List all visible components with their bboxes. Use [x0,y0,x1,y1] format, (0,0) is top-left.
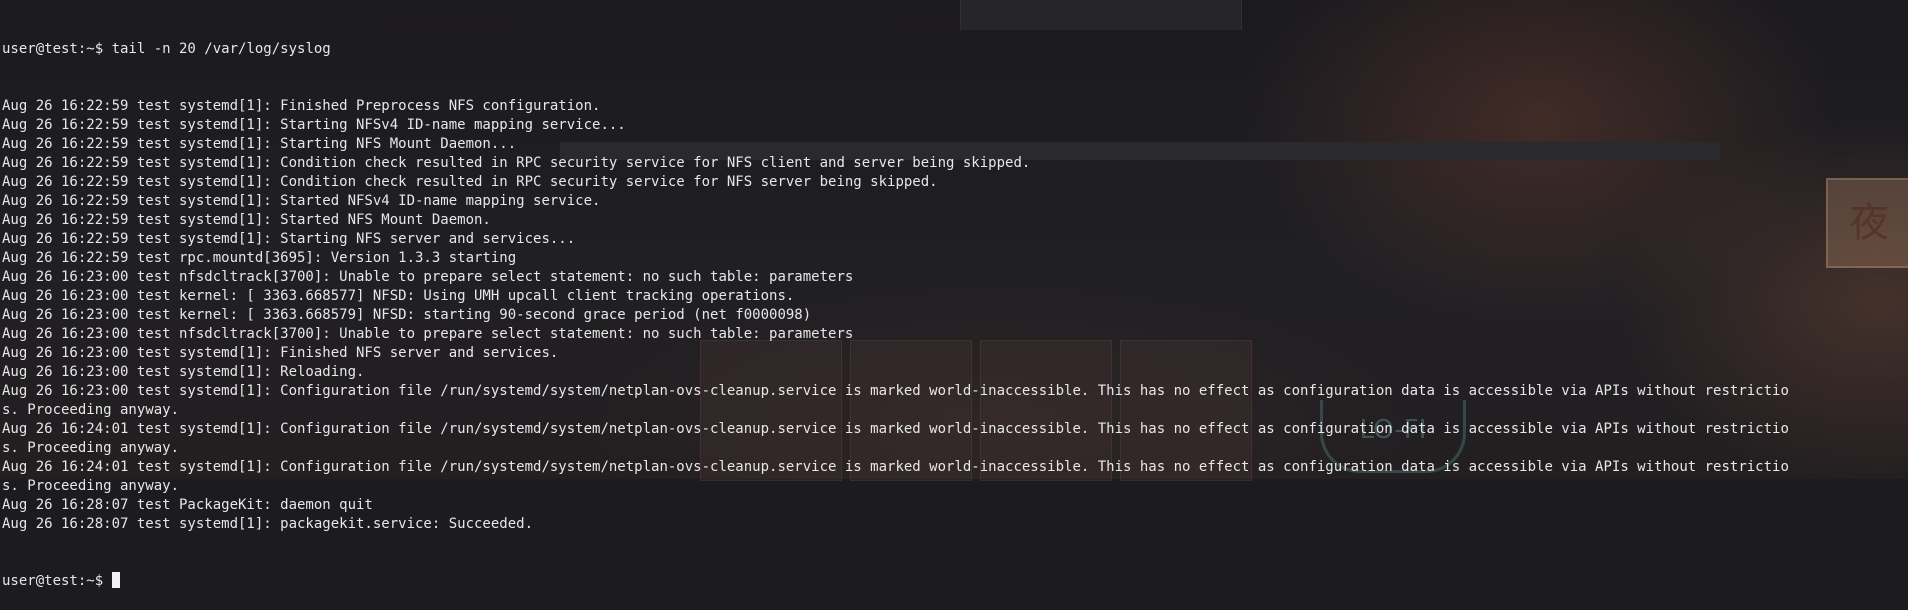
log-line: Aug 26 16:22:59 test systemd[1]: Startin… [2,136,517,152]
log-line: Aug 26 16:22:59 test systemd[1]: Startin… [2,231,576,247]
command-line: user@test:~$ tail -n 20 /var/log/syslog [2,40,1908,59]
log-line: s. Proceeding anyway. [2,402,180,418]
log-line: Aug 26 16:22:59 test systemd[1]: Started… [2,212,491,228]
log-line: Aug 26 16:23:00 test kernel: [ 3363.6685… [2,288,795,304]
log-line: Aug 26 16:28:07 test PackageKit: daemon … [2,497,373,513]
shell-prompt: user@test:~$ [2,573,112,589]
typed-command: tail -n 20 /var/log/syslog [111,41,331,57]
log-line: Aug 26 16:24:01 test systemd[1]: Configu… [2,459,1789,475]
log-line: Aug 26 16:23:00 test systemd[1]: Configu… [2,383,1789,399]
log-line: s. Proceeding anyway. [2,478,180,494]
log-line: Aug 26 16:22:59 test systemd[1]: Startin… [2,117,626,133]
log-line: Aug 26 16:23:00 test systemd[1]: Reloadi… [2,364,365,380]
log-line: Aug 26 16:23:00 test nfsdcltrack[3700]: … [2,269,854,285]
text-cursor[interactable] [111,572,120,588]
shell-prompt: user@test:~$ [2,41,112,57]
active-prompt-line[interactable]: user@test:~$ [2,572,1908,591]
terminal-window[interactable]: user@test:~$ tail -n 20 /var/log/syslog … [2,2,1908,610]
log-line: Aug 26 16:22:59 test rpc.mountd[3695]: V… [2,250,517,266]
log-line: Aug 26 16:24:01 test systemd[1]: Configu… [2,421,1789,437]
log-line: Aug 26 16:28:07 test systemd[1]: package… [2,516,534,532]
terminal-output: Aug 26 16:22:59 test systemd[1]: Finishe… [2,97,1908,534]
log-line: Aug 26 16:22:59 test systemd[1]: Finishe… [2,98,601,114]
log-line: Aug 26 16:23:00 test nfsdcltrack[3700]: … [2,326,854,342]
log-line: Aug 26 16:22:59 test systemd[1]: Conditi… [2,155,1031,171]
log-line: Aug 26 16:23:00 test systemd[1]: Finishe… [2,345,559,361]
log-line: Aug 26 16:22:59 test systemd[1]: Conditi… [2,174,938,190]
log-line: Aug 26 16:23:00 test kernel: [ 3363.6685… [2,307,812,323]
log-line: s. Proceeding anyway. [2,440,180,456]
log-line: Aug 26 16:22:59 test systemd[1]: Started… [2,193,601,209]
